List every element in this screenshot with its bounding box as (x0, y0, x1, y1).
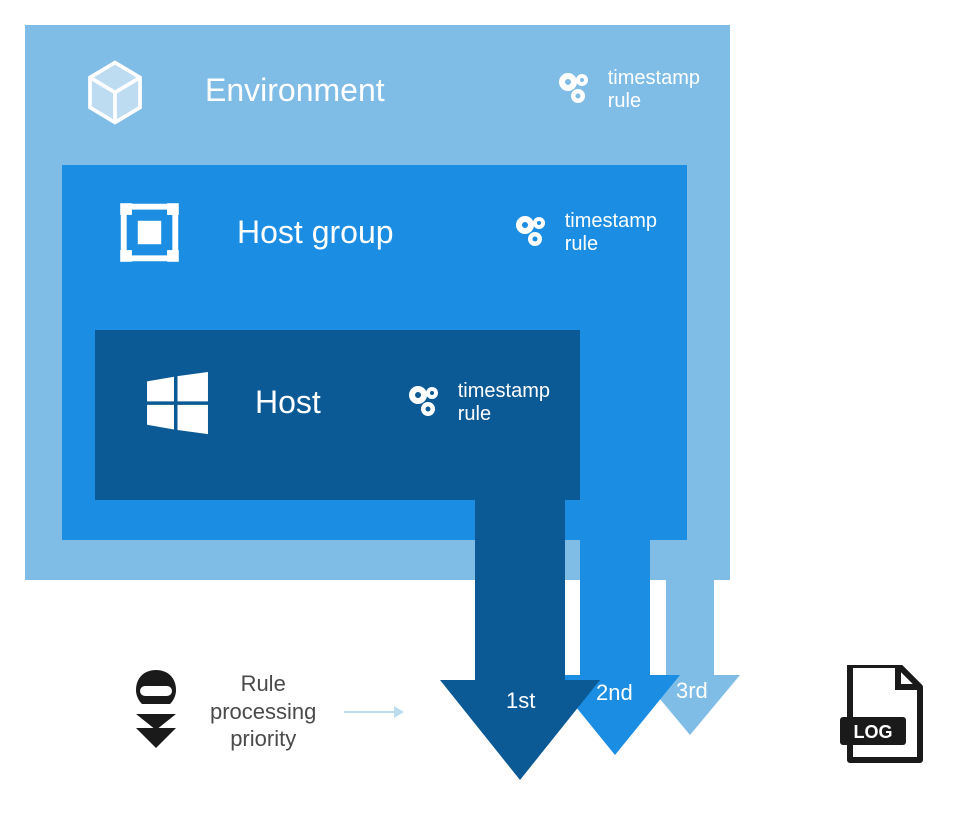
rule-priority-label: Rule processing priority (210, 670, 316, 753)
host-timestamp-rule: timestamp rule (402, 379, 550, 427)
host-group-timestamp-label: timestamp rule (565, 210, 657, 256)
agent-icon (130, 670, 182, 753)
host-timestamp-label: timestamp rule (458, 380, 550, 426)
third-arrow-label: 3rd (676, 678, 708, 704)
environment-timestamp-label: timestamp rule (608, 67, 700, 113)
first-arrow: 1st (440, 500, 600, 780)
host-group-timestamp-rule: timestamp rule (509, 209, 657, 257)
environment-row: Environment timestamp rule (25, 25, 730, 130)
first-arrow-label: 1st (506, 688, 535, 714)
environment-title: Environment (205, 72, 522, 109)
cube-icon (75, 50, 155, 130)
gears-icon (552, 66, 600, 114)
host-group-title: Host group (237, 214, 479, 251)
gears-icon (509, 209, 557, 257)
host-title: Host (255, 384, 372, 421)
second-arrow-label: 2nd (596, 680, 633, 706)
host-group-icon (112, 195, 187, 270)
rule-priority-block: Rule processing priority (130, 670, 404, 753)
small-right-arrow-icon (344, 704, 404, 725)
host-layer: Host timestamp rule (95, 330, 580, 500)
log-icon: LOG (840, 665, 925, 770)
environment-timestamp-rule: timestamp rule (552, 66, 700, 114)
gears-icon (402, 379, 450, 427)
windows-icon (140, 365, 215, 440)
svg-text:LOG: LOG (854, 722, 893, 742)
host-row: Host timestamp rule (95, 330, 580, 440)
host-group-row: Host group timestamp rule (62, 165, 687, 270)
